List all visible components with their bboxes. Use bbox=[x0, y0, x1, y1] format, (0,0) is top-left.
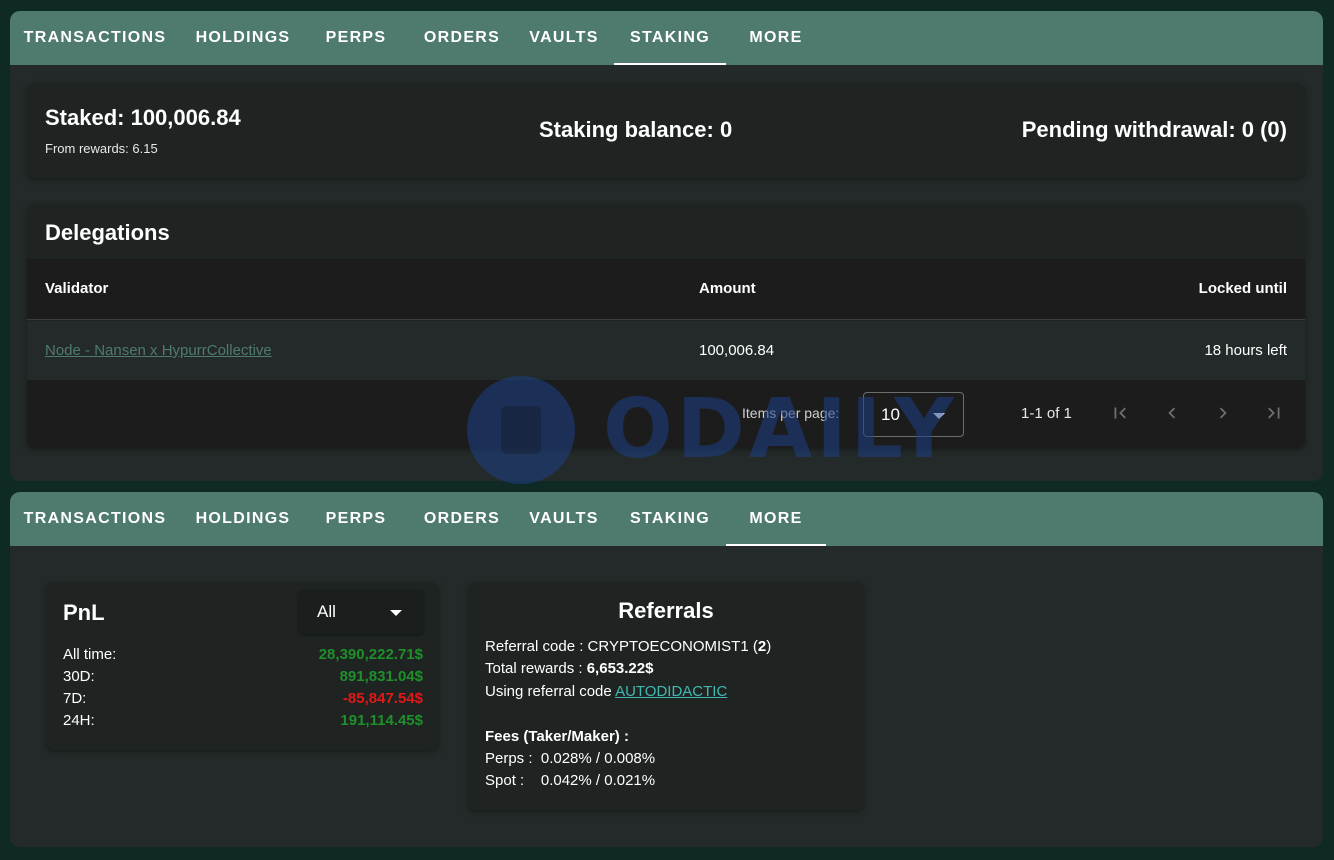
pnl-row-7d: 7D: -85,847.54$ bbox=[63, 690, 423, 712]
column-header-validator[interactable]: Validator bbox=[45, 280, 108, 297]
pnl-value: -85,847.54$ bbox=[342, 690, 423, 707]
staking-balance: Staking balance: 0 bbox=[539, 117, 733, 142]
tab-perps[interactable]: PERPS bbox=[316, 492, 396, 546]
perps-fees: Perps : 0.028% / 0.008% bbox=[485, 750, 656, 767]
pnl-value: 28,390,222.71$ bbox=[318, 646, 423, 663]
table-pagination: Items per page: 10 1-1 of 1 bbox=[27, 380, 1305, 448]
delegations-title: Delegations bbox=[45, 220, 170, 245]
spot-fees: Spot : 0.042% / 0.021% bbox=[485, 772, 656, 789]
next-page-icon[interactable] bbox=[1212, 402, 1234, 424]
pnl-row-30d: 30D: 891,831.04$ bbox=[63, 668, 423, 690]
referrals-card: Referrals Referral code : CRYPTOECONOMIS… bbox=[468, 582, 864, 810]
tab-vaults[interactable]: VAULTS bbox=[522, 492, 606, 546]
tab-more[interactable]: MORE bbox=[726, 11, 826, 65]
pnl-label: 24H: bbox=[63, 712, 95, 729]
delegation-amount: 100,006.84 bbox=[699, 342, 775, 359]
chevron-down-icon bbox=[390, 610, 402, 616]
tab-bar: TRANSACTIONS HOLDINGS PERPS ORDERS VAULT… bbox=[10, 11, 1323, 65]
pnl-label: 30D: bbox=[63, 668, 95, 685]
pnl-period-select[interactable]: All bbox=[299, 590, 423, 634]
column-header-locked-until[interactable]: Locked until bbox=[1199, 280, 1287, 297]
total-rewards-line: Total rewards : 6,653.22$ bbox=[485, 660, 653, 677]
last-page-icon[interactable] bbox=[1263, 402, 1285, 424]
pnl-value: 191,114.45$ bbox=[340, 712, 423, 729]
using-referral-label: Using referral code bbox=[485, 683, 616, 700]
tab-orders[interactable]: ORDERS bbox=[416, 492, 508, 546]
referral-code-line: Referral code : CRYPTOECONOMIST1 (2) bbox=[485, 638, 771, 655]
staking-summary-card: Staked: 100,006.84 From rewards: 6.15 St… bbox=[27, 83, 1305, 178]
tab-transactions[interactable]: TRANSACTIONS bbox=[20, 11, 170, 65]
pnl-label: All time: bbox=[63, 646, 117, 663]
items-per-page-select[interactable]: 10 bbox=[863, 392, 964, 437]
using-referral-line: Using referral code AUTODIDACTIC bbox=[485, 683, 727, 700]
total-rewards-value: 6,653.22$ bbox=[586, 660, 654, 677]
first-page-icon[interactable] bbox=[1109, 402, 1131, 424]
tab-vaults[interactable]: VAULTS bbox=[522, 11, 606, 65]
table-row: Node - Nansen x HypurrCollective 100,006… bbox=[27, 321, 1305, 380]
referrals-title: Referrals bbox=[618, 598, 714, 623]
tab-perps[interactable]: PERPS bbox=[316, 11, 396, 65]
items-per-page-label: Items per page: bbox=[742, 405, 840, 421]
tab-holdings[interactable]: HOLDINGS bbox=[190, 11, 296, 65]
staking-panel: TRANSACTIONS HOLDINGS PERPS ORDERS VAULT… bbox=[10, 11, 1323, 481]
referral-count: 2 bbox=[757, 638, 767, 655]
prev-page-icon[interactable] bbox=[1161, 402, 1183, 424]
pending-withdrawal: Pending withdrawal: 0 (0) bbox=[1021, 117, 1287, 142]
pnl-row-24h: 24H: 191,114.45$ bbox=[63, 712, 423, 734]
pnl-label: 7D: bbox=[63, 690, 87, 707]
column-header-amount[interactable]: Amount bbox=[699, 280, 756, 297]
tab-transactions[interactable]: TRANSACTIONS bbox=[20, 492, 170, 546]
validator-link[interactable]: Node - Nansen x HypurrCollective bbox=[45, 342, 272, 359]
staked-amount: Staked: 100,006.84 bbox=[45, 105, 241, 130]
tab-holdings[interactable]: HOLDINGS bbox=[190, 492, 296, 546]
table-header: Validator Amount Locked until bbox=[27, 259, 1305, 320]
referral-code-close: ) bbox=[766, 638, 772, 655]
pagination-range: 1-1 of 1 bbox=[1021, 405, 1072, 422]
more-panel: TRANSACTIONS HOLDINGS PERPS ORDERS VAULT… bbox=[10, 492, 1323, 847]
pnl-card: PnL All All time: 28,390,222.71$ 30D: 89… bbox=[46, 582, 438, 750]
from-rewards: From rewards: 6.15 bbox=[45, 141, 158, 156]
tab-staking[interactable]: STAKING bbox=[614, 492, 726, 546]
tab-bar: TRANSACTIONS HOLDINGS PERPS ORDERS VAULT… bbox=[10, 492, 1323, 546]
pnl-period-value: All bbox=[317, 602, 336, 621]
referral-code-label: Referral code : CRYPTOECONOMIST1 ( bbox=[485, 638, 758, 655]
total-rewards-label: Total rewards : bbox=[485, 660, 587, 677]
tab-more[interactable]: MORE bbox=[726, 492, 826, 546]
pnl-value: 891,831.04$ bbox=[339, 668, 423, 685]
chevron-down-icon bbox=[933, 413, 945, 419]
referrer-code-link[interactable]: AUTODIDACTIC bbox=[615, 683, 727, 700]
delegations-card: Delegations Validator Amount Locked unti… bbox=[27, 204, 1305, 448]
pnl-row-all-time: All time: 28,390,222.71$ bbox=[63, 646, 423, 668]
tab-staking[interactable]: STAKING bbox=[614, 11, 726, 65]
pnl-title: PnL bbox=[63, 600, 105, 625]
tab-orders[interactable]: ORDERS bbox=[416, 11, 508, 65]
locked-until: 18 hours left bbox=[1204, 342, 1287, 359]
fees-title: Fees (Taker/Maker) : bbox=[485, 728, 629, 745]
items-per-page-value: 10 bbox=[881, 405, 900, 424]
